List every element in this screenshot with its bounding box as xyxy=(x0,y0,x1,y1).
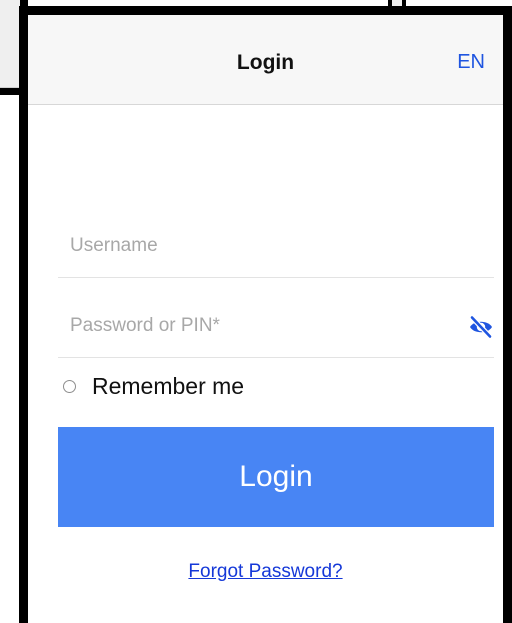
remember-me-label: Remember me xyxy=(92,372,245,399)
page-title: Login xyxy=(236,51,295,74)
username-input[interactable] xyxy=(70,235,430,257)
forgot-password-link[interactable]: Forgot Password? xyxy=(28,561,503,583)
screen: Login EN Remember me Login Forgot Passwo… xyxy=(0,0,512,623)
remember-me-toggle[interactable]: Remember me xyxy=(63,369,244,403)
navigation-bar: Login EN xyxy=(28,15,503,105)
login-button[interactable]: Login xyxy=(58,427,494,527)
login-screen: Login EN Remember me Login Forgot Passwo… xyxy=(19,6,512,623)
radio-unchecked-icon[interactable] xyxy=(63,379,76,393)
password-input[interactable] xyxy=(70,315,430,337)
eye-slash-icon[interactable] xyxy=(468,315,494,339)
password-field xyxy=(58,297,494,358)
background-window-content xyxy=(0,0,20,88)
language-button[interactable]: EN xyxy=(457,51,485,74)
username-field xyxy=(58,217,494,278)
